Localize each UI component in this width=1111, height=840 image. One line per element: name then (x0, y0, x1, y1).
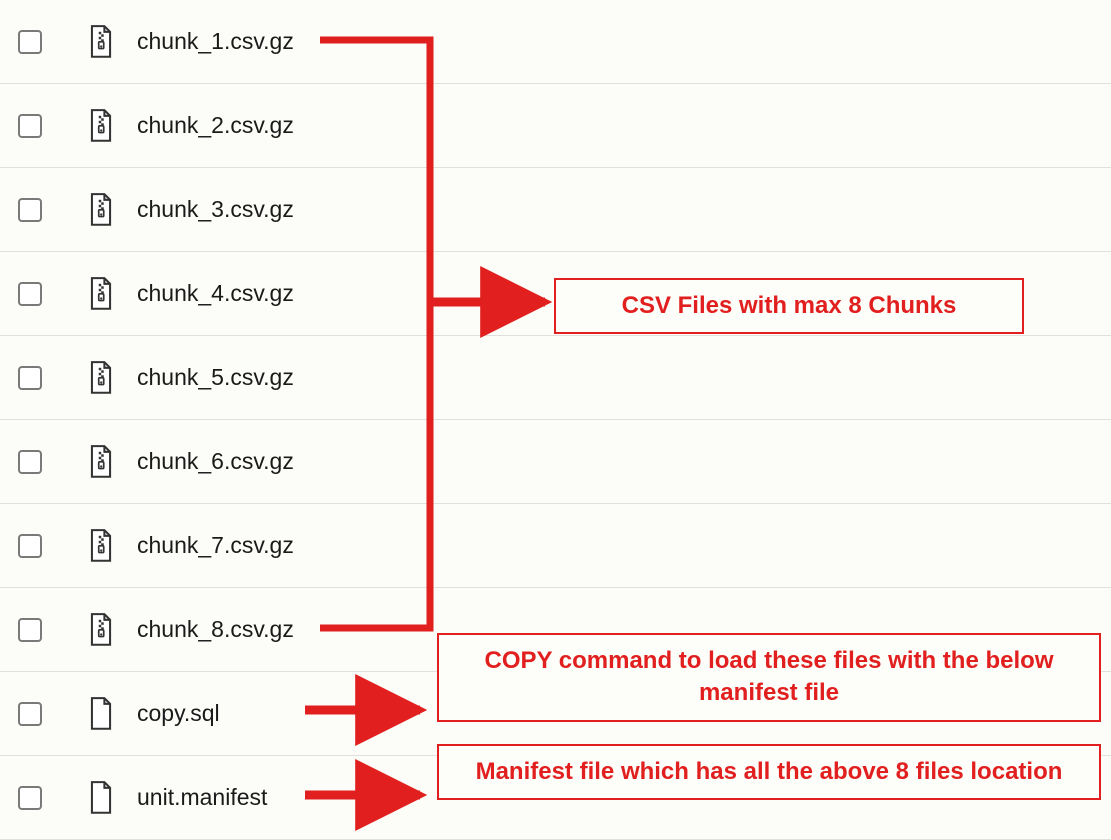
file-name[interactable]: chunk_8.csv.gz (137, 616, 294, 643)
file-name[interactable]: chunk_2.csv.gz (137, 112, 294, 139)
list-item[interactable]: chunk_2.csv.gz (0, 84, 1111, 168)
file-archive-icon (87, 25, 115, 59)
file-archive-icon (87, 529, 115, 563)
annotation-callout-chunks: CSV Files with max 8 Chunks (554, 278, 1024, 334)
file-name[interactable]: chunk_4.csv.gz (137, 280, 294, 307)
file-name[interactable]: copy.sql (137, 700, 220, 727)
file-archive-icon (87, 613, 115, 647)
annotation-callout-manifest: Manifest file which has all the above 8 … (437, 744, 1101, 800)
row-checkbox[interactable] (18, 282, 42, 306)
row-checkbox[interactable] (18, 618, 42, 642)
list-item[interactable]: chunk_6.csv.gz (0, 420, 1111, 504)
row-checkbox[interactable] (18, 114, 42, 138)
file-icon (87, 781, 115, 815)
file-archive-icon (87, 277, 115, 311)
file-name[interactable]: chunk_3.csv.gz (137, 196, 294, 223)
row-checkbox[interactable] (18, 366, 42, 390)
file-name[interactable]: unit.manifest (137, 784, 267, 811)
list-item[interactable]: chunk_3.csv.gz (0, 168, 1111, 252)
file-name[interactable]: chunk_5.csv.gz (137, 364, 294, 391)
list-item[interactable]: chunk_1.csv.gz (0, 0, 1111, 84)
file-archive-icon (87, 361, 115, 395)
file-archive-icon (87, 109, 115, 143)
list-item[interactable]: chunk_7.csv.gz (0, 504, 1111, 588)
row-checkbox[interactable] (18, 534, 42, 558)
row-checkbox[interactable] (18, 702, 42, 726)
row-checkbox[interactable] (18, 786, 42, 810)
row-checkbox[interactable] (18, 450, 42, 474)
annotation-callout-copy: COPY command to load these files with th… (437, 633, 1101, 722)
file-name[interactable]: chunk_6.csv.gz (137, 448, 294, 475)
row-checkbox[interactable] (18, 198, 42, 222)
file-name[interactable]: chunk_7.csv.gz (137, 532, 294, 559)
file-name[interactable]: chunk_1.csv.gz (137, 28, 294, 55)
file-archive-icon (87, 193, 115, 227)
file-icon (87, 697, 115, 731)
row-checkbox[interactable] (18, 30, 42, 54)
file-archive-icon (87, 445, 115, 479)
list-item[interactable]: chunk_5.csv.gz (0, 336, 1111, 420)
